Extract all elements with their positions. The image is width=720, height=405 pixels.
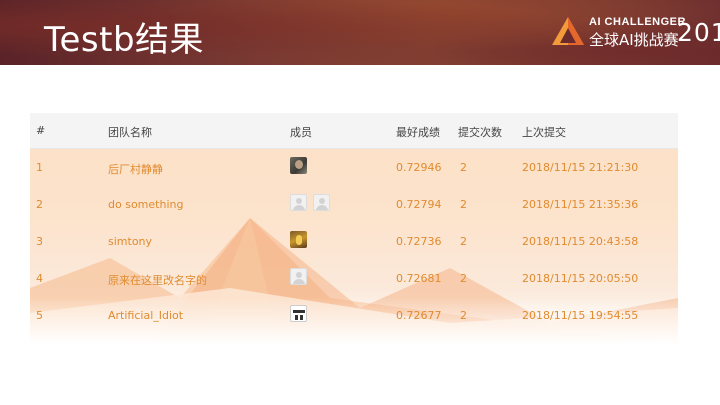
team-name-link[interactable]: 后厂村静静 (108, 161, 163, 177)
member-avatar[interactable] (313, 194, 330, 211)
header-rank: # (36, 124, 46, 137)
member-avatar[interactable] (290, 194, 307, 211)
rank-cell: 2 (36, 198, 43, 211)
brand-year: 2018 (677, 18, 720, 47)
ai-challenger-brand: AI CHALLENGER 全球AI挑战赛 2018 (551, 14, 720, 50)
best-score-cell: 0.72736 (396, 235, 442, 248)
title-banner: Testb结果 AI CHALLENGER 全球AI挑战赛 2018 (0, 0, 720, 65)
table-row: 2 do something 0.72794 2 2018/11/15 21:3… (30, 186, 678, 223)
last-submit-cell: 2018/11/15 21:21:30 (522, 161, 639, 174)
rank-cell: 3 (36, 235, 43, 248)
table-row: 1 后厂村静静 0.72946 2 2018/11/15 21:21:30 (30, 149, 678, 186)
last-submit-cell: 2018/11/15 20:05:50 (522, 272, 639, 285)
rank-cell: 5 (36, 309, 43, 322)
team-name-link[interactable]: simtony (108, 235, 152, 248)
leaderboard: # 团队名称 成员 最好成绩 提交次数 上次提交 1 后厂村静静 0.72946… (30, 113, 678, 345)
table-row: 5 Artificial_Idiot 0.72677 2 2018/11/15 … (30, 297, 678, 334)
header-members: 成员 (290, 126, 312, 139)
submissions-cell: 2 (460, 235, 467, 248)
rank-cell: 4 (36, 272, 43, 285)
triangle-logo-icon (552, 17, 584, 45)
best-score-cell: 0.72794 (396, 198, 442, 211)
last-submit-cell: 2018/11/15 21:35:36 (522, 198, 639, 211)
brand-name: AI CHALLENGER (589, 16, 686, 28)
submissions-cell: 2 (460, 161, 467, 174)
submissions-cell: 2 (460, 309, 467, 322)
last-submit-cell: 2018/11/15 19:54:55 (522, 309, 639, 322)
team-name-link[interactable]: Artificial_Idiot (108, 309, 183, 322)
member-avatar[interactable] (290, 231, 307, 248)
submissions-cell: 2 (460, 272, 467, 285)
team-name-link[interactable]: 原来在这里改名字的 (108, 272, 207, 288)
member-avatar[interactable] (290, 305, 307, 322)
table-header: # 团队名称 成员 最好成绩 提交次数 上次提交 (30, 113, 678, 149)
table-row: 3 simtony 0.72736 2 2018/11/15 20:43:58 (30, 223, 678, 260)
brand-subtitle: 全球AI挑战赛 (589, 31, 679, 49)
team-name-link[interactable]: do something (108, 198, 183, 211)
member-avatar[interactable] (290, 157, 307, 174)
slide-title: Testb结果 (44, 20, 205, 60)
member-avatar[interactable] (290, 268, 307, 285)
last-submit-cell: 2018/11/15 20:43:58 (522, 235, 639, 248)
rank-cell: 1 (36, 161, 43, 174)
header-submissions: 提交次数 (458, 126, 502, 139)
header-team: 团队名称 (108, 126, 152, 139)
table-row: 4 原来在这里改名字的 0.72681 2 2018/11/15 20:05:5… (30, 260, 678, 297)
best-score-cell: 0.72946 (396, 161, 442, 174)
header-best-score: 最好成绩 (396, 126, 440, 139)
best-score-cell: 0.72681 (396, 272, 442, 285)
submissions-cell: 2 (460, 198, 467, 211)
header-last-submit: 上次提交 (522, 126, 566, 139)
best-score-cell: 0.72677 (396, 309, 442, 322)
